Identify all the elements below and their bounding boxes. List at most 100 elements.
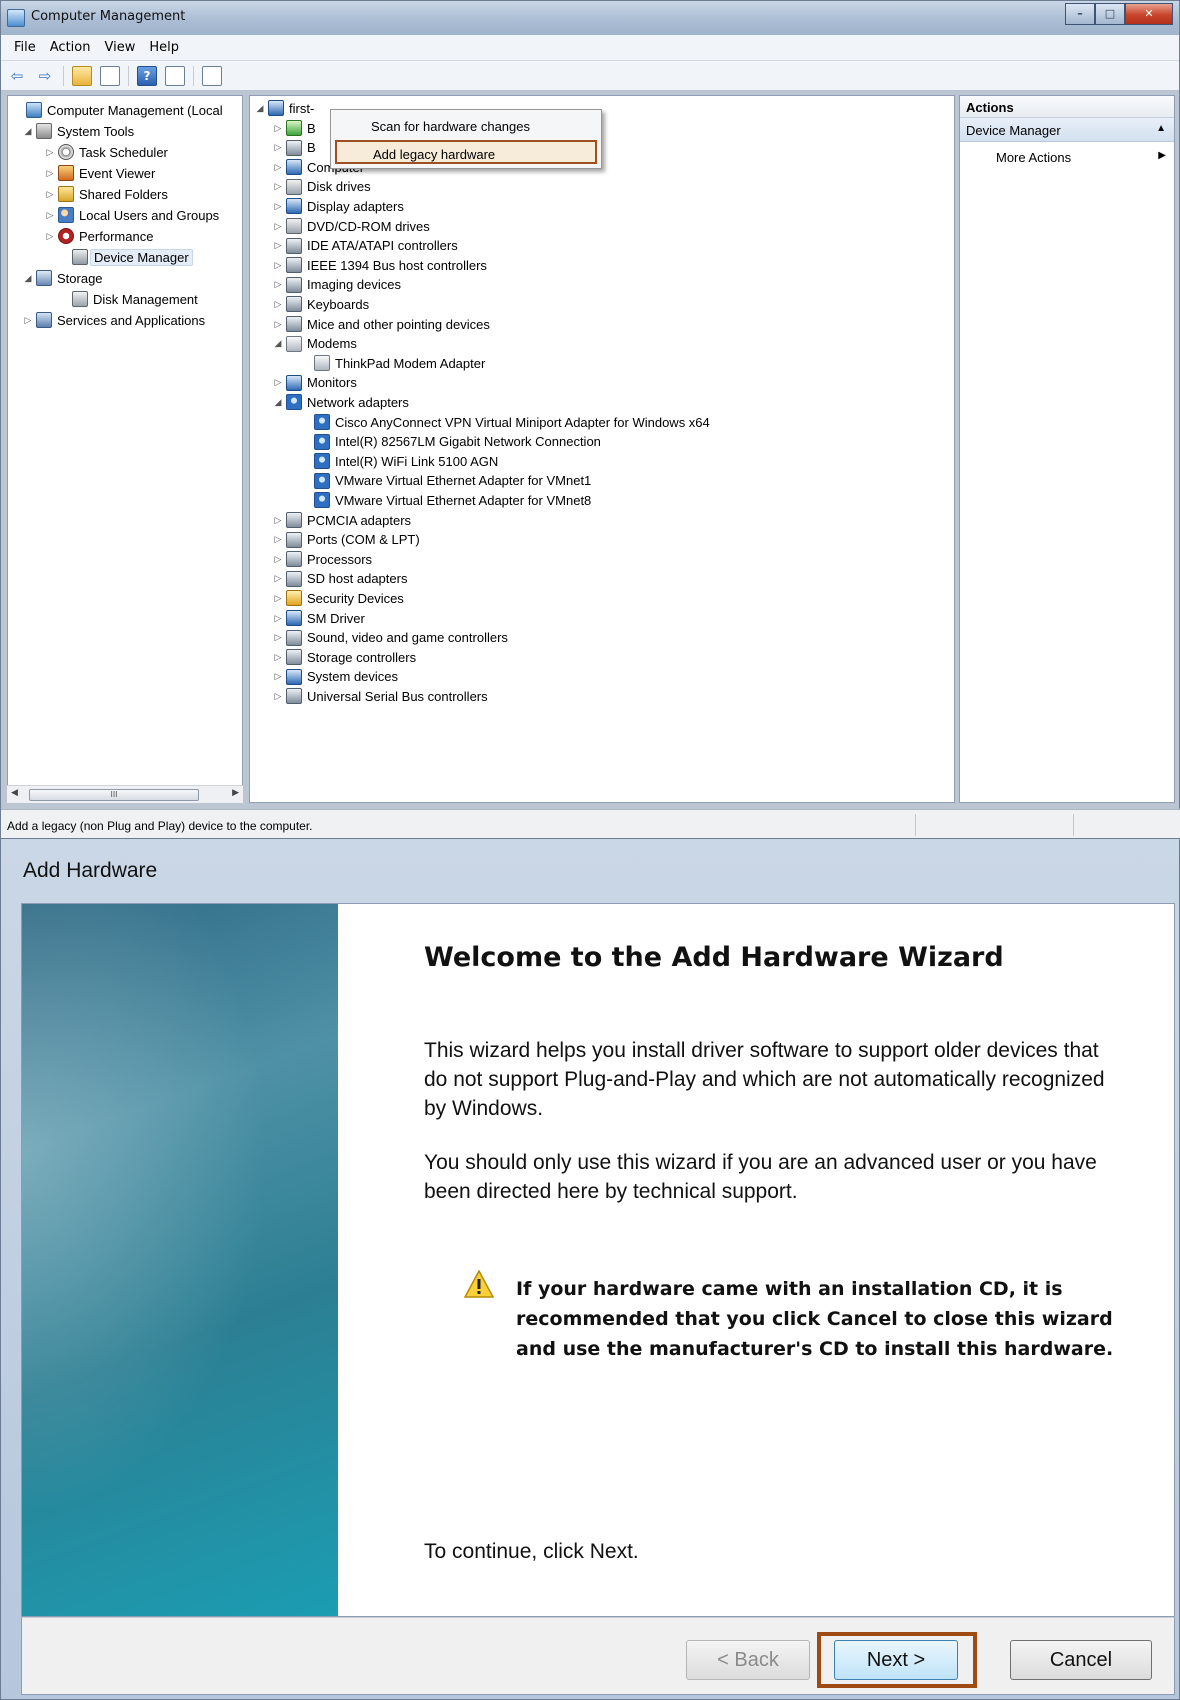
collapsed-arrow-icon[interactable]: ▷ — [44, 231, 56, 242]
tree-item-event-viewer[interactable]: ▷ Event Viewer — [44, 163, 155, 183]
tree-item-shared-folders[interactable]: ▷ Shared Folders — [44, 184, 168, 204]
collapsed-arrow-icon[interactable]: ▷ — [44, 189, 56, 200]
collapsed-arrow-icon[interactable]: ▷ — [272, 652, 284, 663]
device-category[interactable]: ▷ Universal Serial Bus controllers — [272, 686, 488, 706]
menu-file[interactable]: File — [7, 35, 43, 60]
device-item[interactable]: VMware Virtual Ethernet Adapter for VMne… — [300, 471, 591, 491]
device-category[interactable]: ▷ Ports (COM & LPT) — [272, 530, 420, 550]
collapsed-arrow-icon[interactable]: ▷ — [272, 142, 284, 153]
scroll-left-arrow-icon[interactable]: ◀ — [11, 788, 18, 798]
collapsed-arrow-icon[interactable]: ▷ — [44, 168, 56, 179]
device-category[interactable]: ▷ System devices — [272, 667, 398, 687]
device-category[interactable]: ▷ Sound, video and game controllers — [272, 628, 508, 648]
collapsed-arrow-icon[interactable]: ▷ — [272, 593, 284, 604]
device-item[interactable]: ThinkPad Modem Adapter — [300, 353, 485, 373]
show-hide-tree-icon[interactable] — [100, 65, 120, 86]
device-category[interactable]: ▷ Display adapters — [272, 196, 404, 216]
collapsed-arrow-icon[interactable]: ▷ — [272, 123, 284, 134]
collapsed-arrow-icon[interactable]: ▷ — [272, 613, 284, 624]
device-category[interactable]: ▷ PCMCIA adapters — [272, 510, 411, 530]
device-category[interactable]: ▷ DVD/CD-ROM drives — [272, 216, 430, 236]
menu-item-scan-hardware[interactable]: Scan for hardware changes — [335, 114, 597, 138]
expanded-arrow-icon[interactable]: ◢ — [254, 103, 266, 114]
device-category[interactable]: ▷ SM Driver — [272, 608, 365, 628]
device-category[interactable]: ▷ Processors — [272, 549, 372, 569]
tree-item-task-scheduler[interactable]: ▷ Task Scheduler — [44, 142, 168, 162]
scan-hardware-icon[interactable] — [202, 65, 222, 86]
tree-item-disk-management[interactable]: Disk Management — [58, 289, 198, 309]
tree-item-services-and-applications[interactable]: ▷ Services and Applications — [22, 310, 205, 330]
collapsed-arrow-icon[interactable]: ▷ — [272, 181, 284, 192]
expanded-arrow-icon[interactable]: ◢ — [272, 397, 284, 408]
menu-view[interactable]: View — [97, 35, 142, 60]
menu-item-add-legacy-hardware[interactable]: Add legacy hardware — [335, 140, 597, 164]
tree-item-system-tools[interactable]: ◢ System Tools — [22, 121, 134, 141]
device-category[interactable]: ◢ Modems — [272, 334, 357, 354]
device-category[interactable]: ▷ Monitors — [272, 373, 357, 393]
device-category[interactable]: ▷ IDE ATA/ATAPI controllers — [272, 236, 458, 256]
collapsed-arrow-icon[interactable]: ▷ — [272, 377, 284, 388]
minimize-button[interactable]: – — [1065, 3, 1095, 25]
device-category[interactable]: ▷ IEEE 1394 Bus host controllers — [272, 255, 487, 275]
collapse-up-icon[interactable]: ▲ — [1156, 123, 1166, 134]
collapsed-arrow-icon[interactable]: ▷ — [272, 554, 284, 565]
collapsed-arrow-icon[interactable]: ▷ — [272, 162, 284, 173]
tree-item-storage[interactable]: ◢ Storage — [22, 268, 103, 288]
back-button[interactable]: < Back — [686, 1640, 810, 1680]
menu-help[interactable]: Help — [142, 35, 186, 60]
collapsed-arrow-icon[interactable]: ▷ — [272, 240, 284, 251]
device-item[interactable]: VMware Virtual Ethernet Adapter for VMne… — [300, 490, 591, 510]
expanded-arrow-icon[interactable]: ◢ — [272, 338, 284, 349]
tree-item-device-manager[interactable]: Device Manager — [58, 247, 193, 267]
device-item[interactable]: Intel(R) WiFi Link 5100 AGN — [300, 451, 498, 471]
collapsed-arrow-icon[interactable]: ▷ — [272, 573, 284, 584]
tree-item-computer-management-local[interactable]: Computer Management (Local — [12, 100, 223, 120]
cancel-button[interactable]: Cancel — [1010, 1640, 1152, 1680]
device-category[interactable]: ▷ SD host adapters — [272, 569, 407, 589]
device-item[interactable]: Intel(R) 82567LM Gigabit Network Connect… — [300, 432, 601, 452]
collapsed-arrow-icon[interactable]: ▷ — [272, 319, 284, 330]
device-category[interactable]: ◢ Network adapters — [272, 392, 409, 412]
device-category[interactable]: ▷ B — [272, 138, 316, 158]
collapsed-arrow-icon[interactable]: ▷ — [272, 221, 284, 232]
maximize-button[interactable]: □ — [1095, 3, 1125, 25]
collapsed-arrow-icon[interactable]: ▷ — [272, 515, 284, 526]
collapsed-arrow-icon[interactable]: ▷ — [22, 315, 34, 326]
up-folder-icon[interactable] — [72, 65, 92, 86]
scroll-right-arrow-icon[interactable]: ▶ — [232, 788, 239, 798]
forward-arrow-icon[interactable]: ⇨ — [35, 66, 55, 86]
device-category[interactable]: ▷ Disk drives — [272, 177, 371, 197]
collapsed-arrow-icon[interactable]: ▷ — [272, 632, 284, 643]
help-icon[interactable]: ? — [137, 65, 157, 86]
device-category[interactable]: ▷ B — [272, 118, 316, 138]
show-hide-action-pane-icon[interactable] — [165, 65, 185, 86]
collapsed-arrow-icon[interactable]: ▷ — [44, 210, 56, 221]
expanded-arrow-icon[interactable]: ◢ — [22, 126, 34, 137]
device-item[interactable]: Cisco AnyConnect VPN Virtual Miniport Ad… — [300, 412, 710, 432]
menu-action[interactable]: Action — [43, 35, 98, 60]
close-button[interactable]: ✕ — [1125, 3, 1173, 25]
collapsed-arrow-icon[interactable]: ▷ — [272, 260, 284, 271]
device-category[interactable]: ▷ Security Devices — [272, 588, 404, 608]
device-category[interactable]: ▷ Mice and other pointing devices — [272, 314, 490, 334]
collapsed-arrow-icon[interactable]: ▷ — [272, 299, 284, 310]
collapsed-arrow-icon[interactable]: ▷ — [272, 691, 284, 702]
device-label: Ports (COM & LPT) — [307, 532, 420, 548]
tree-item-performance[interactable]: ▷ Performance — [44, 226, 153, 246]
scroll-thumb[interactable]: III — [29, 789, 199, 801]
device-category[interactable]: ▷ Keyboards — [272, 294, 369, 314]
back-arrow-icon[interactable]: ⇦ — [7, 66, 27, 86]
collapsed-arrow-icon[interactable]: ▷ — [272, 279, 284, 290]
tree-item-local-users-and-groups[interactable]: ▷ Local Users and Groups — [44, 205, 219, 225]
device-category[interactable]: ▷ Imaging devices — [272, 275, 401, 295]
collapsed-arrow-icon[interactable]: ▷ — [272, 671, 284, 682]
more-actions[interactable]: More Actions ▶ — [960, 146, 1174, 168]
collapsed-arrow-icon[interactable]: ▷ — [44, 147, 56, 158]
expanded-arrow-icon[interactable]: ◢ — [22, 273, 34, 284]
tree-root-computer[interactable]: ◢ first- — [254, 98, 314, 118]
device-category[interactable]: ▷ Storage controllers — [272, 647, 416, 667]
collapsed-arrow-icon[interactable]: ▷ — [272, 201, 284, 212]
collapsed-arrow-icon[interactable]: ▷ — [272, 534, 284, 545]
horizontal-scrollbar[interactable]: ◀ III ▶ — [7, 785, 243, 803]
actions-device-manager[interactable]: Device Manager ▲ — [960, 118, 1174, 142]
